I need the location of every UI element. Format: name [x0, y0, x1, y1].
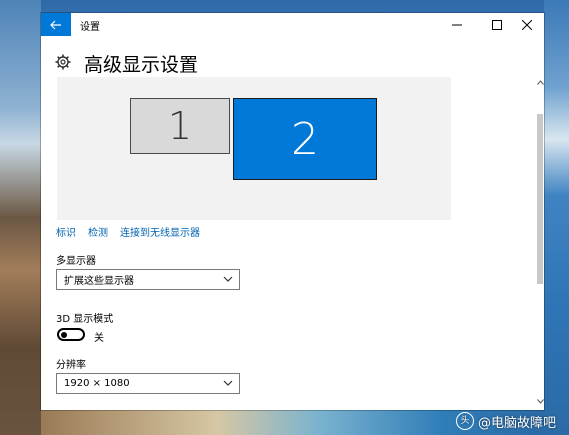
maximize-button[interactable] [480, 13, 514, 36]
watermark: 头 @电脑故障吧 [456, 409, 556, 433]
3d-mode-state: 关 [94, 333, 104, 344]
multiple-displays-value: 扩展这些显示器 [64, 276, 134, 287]
watermark-badge: 头 [456, 412, 474, 430]
desktop-wallpaper-left [0, 0, 41, 435]
detect-link[interactable]: 检测 [88, 224, 108, 239]
multiple-displays-label: 多显示器 [56, 256, 96, 267]
scroll-up-icon [536, 79, 544, 85]
3d-mode-toggle[interactable] [57, 328, 85, 341]
back-arrow-icon [50, 20, 61, 29]
watermark-text: @电脑故障吧 [478, 415, 557, 431]
3d-mode-label: 3D 显示模式 [56, 314, 114, 325]
scroll-down-icon [536, 398, 544, 404]
minimize-button[interactable] [440, 13, 474, 36]
gear-icon [55, 54, 71, 70]
page-title: 高级显示设置 [84, 54, 199, 76]
vertical-scrollbar[interactable] [536, 73, 544, 410]
scroll-up-button[interactable] [536, 77, 544, 87]
scrollbar-thumb[interactable] [537, 114, 543, 284]
multiple-displays-dropdown[interactable]: 扩展这些显示器 [56, 269, 240, 290]
back-button[interactable] [41, 13, 71, 36]
close-button[interactable] [510, 13, 544, 36]
monitor-1[interactable]: 1 [130, 98, 230, 154]
identify-link[interactable]: 标识 [56, 224, 76, 239]
close-icon [522, 19, 532, 30]
toggle-knob [61, 331, 67, 338]
maximize-icon [492, 19, 502, 30]
resolution-value: 1920 × 1080 [64, 378, 130, 389]
title-bar: 设置 [41, 13, 544, 36]
window-title: 设置 [80, 22, 100, 33]
display-arrangement-area: 1 2 [57, 77, 451, 220]
resolution-dropdown[interactable]: 1920 × 1080 [56, 373, 240, 394]
minimize-icon [452, 24, 462, 25]
scroll-down-button[interactable] [536, 396, 544, 406]
resolution-label: 分辨率 [56, 360, 86, 371]
desktop-wallpaper-right [544, 0, 569, 435]
monitor-2[interactable]: 2 [233, 98, 377, 180]
settings-window: 设置 高级显示设置 1 2 标识 检测 连接到无线显示器 多显示器 扩展这些显示… [41, 13, 544, 410]
chevron-down-icon [223, 380, 233, 386]
chevron-down-icon [223, 276, 233, 282]
connect-wireless-display-link[interactable]: 连接到无线显示器 [120, 224, 200, 239]
display-links: 标识 检测 连接到无线显示器 [56, 224, 200, 239]
